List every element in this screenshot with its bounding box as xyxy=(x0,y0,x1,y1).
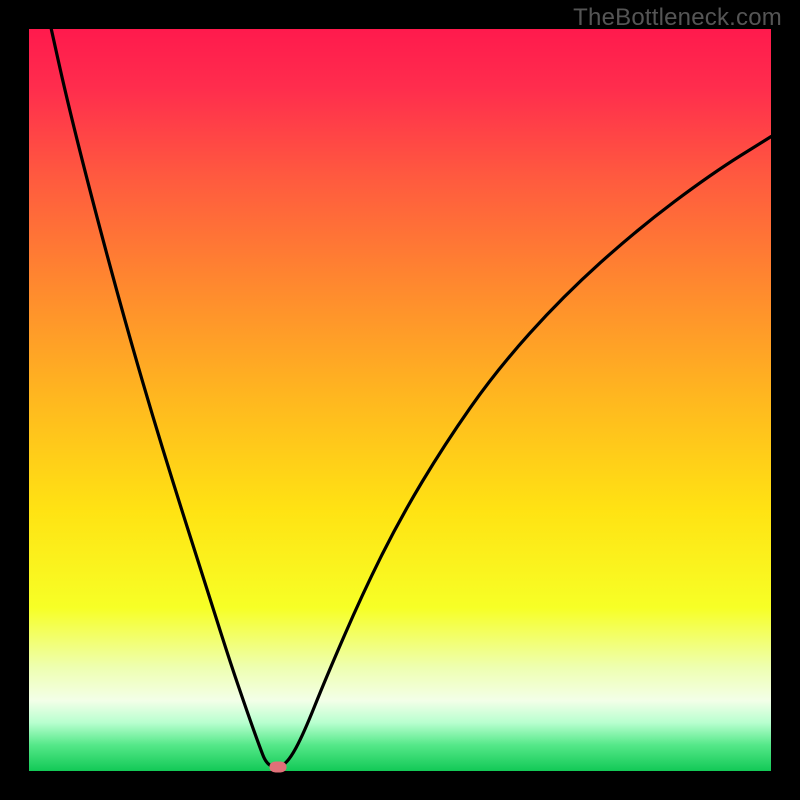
chart-frame: TheBottleneck.com xyxy=(0,0,800,800)
plot-area xyxy=(29,29,771,771)
watermark-text: TheBottleneck.com xyxy=(573,4,782,32)
bottleneck-curve xyxy=(29,29,771,771)
bottleneck-marker xyxy=(269,761,286,772)
